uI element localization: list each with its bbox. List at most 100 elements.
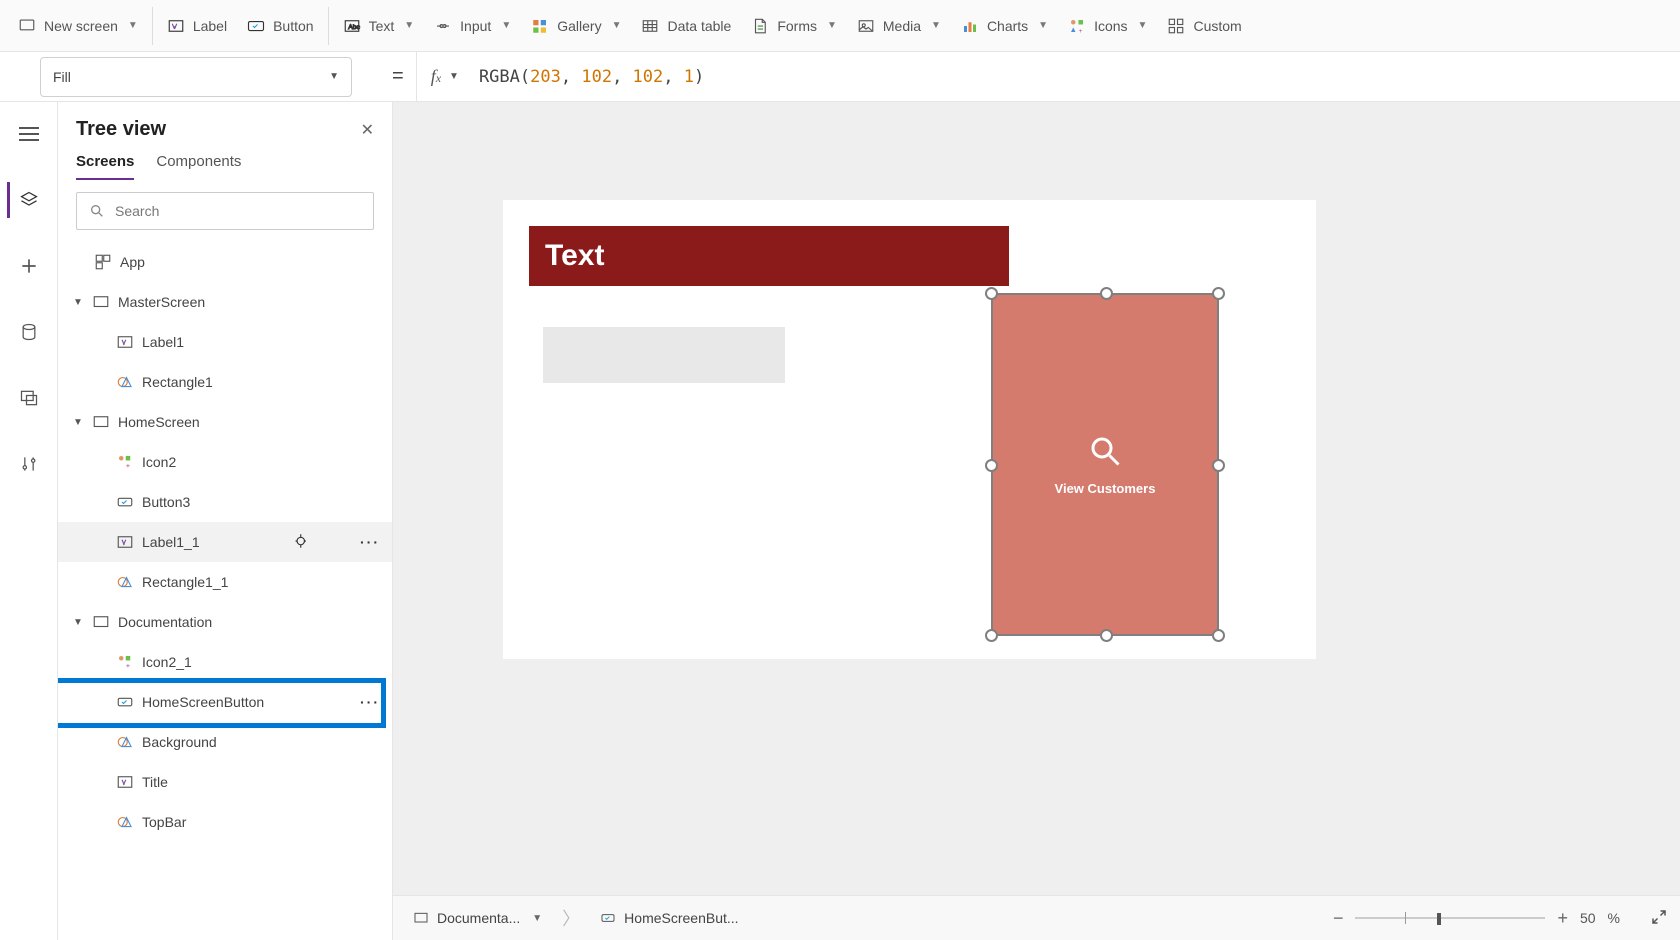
chevron-down-icon: ▼: [1138, 20, 1148, 31]
data-table-button[interactable]: Data table: [631, 11, 741, 41]
cursor-icon: [294, 532, 312, 550]
media-menu[interactable]: Media ▼: [847, 11, 951, 41]
chevron-down-icon: ▼: [1038, 20, 1048, 31]
formula-input[interactable]: RGBA(203, 102, 102, 1): [479, 67, 704, 87]
tab-screens[interactable]: Screens: [76, 153, 134, 180]
resize-handle[interactable]: [1100, 629, 1113, 642]
resize-handle[interactable]: [985, 287, 998, 300]
svg-text:Abc: Abc: [348, 24, 360, 31]
custom-menu[interactable]: Custom: [1157, 11, 1251, 41]
input-menu[interactable]: Input ▼: [424, 11, 521, 41]
tree-item-icon2-1[interactable]: + Icon2_1: [58, 642, 392, 682]
breadcrumb-separator: 〉: [562, 905, 580, 931]
canvas-viewport[interactable]: Text View Customers: [393, 102, 1680, 895]
breadcrumb-control[interactable]: HomeScreenBut...: [592, 908, 746, 928]
close-button[interactable]: ✕: [361, 120, 374, 140]
charts-menu[interactable]: Charts ▼: [951, 11, 1058, 41]
tree-item-app[interactable]: App: [58, 242, 392, 282]
button-icon: [116, 693, 134, 711]
canvas-area: Text View Customers Do: [393, 102, 1680, 940]
button-icon: [600, 910, 616, 926]
resize-handle[interactable]: [1100, 287, 1113, 300]
property-name: Fill: [53, 69, 71, 85]
new-screen-button[interactable]: New screen ▼: [8, 11, 148, 41]
chevron-down-icon[interactable]: ▼: [72, 617, 84, 628]
tree-item-icon2[interactable]: + Icon2: [58, 442, 392, 482]
icons-icon: +: [116, 453, 134, 471]
icons-icon: +: [1068, 17, 1086, 35]
search-input[interactable]: Search: [76, 192, 374, 230]
data-button[interactable]: [9, 314, 49, 350]
media-panel-button[interactable]: [9, 380, 49, 416]
status-bar: Documenta... ▼ 〉 HomeScreenBut... − + 50…: [393, 895, 1680, 940]
chevron-down-icon: ▼: [404, 20, 414, 31]
more-button[interactable]: ···: [360, 534, 380, 550]
search-icon: [89, 203, 105, 219]
label-icon: [116, 533, 134, 551]
button-caption: View Customers: [1055, 481, 1156, 496]
screen-icon: [92, 413, 110, 431]
table-icon: [641, 17, 659, 35]
text-icon: Abc: [343, 17, 361, 35]
tree-item-homescreen[interactable]: ▼ HomeScreen: [58, 402, 392, 442]
tree-item-documentation[interactable]: ▼ Documentation: [58, 602, 392, 642]
resize-handle[interactable]: [1212, 287, 1225, 300]
fit-to-window-button[interactable]: [1650, 908, 1668, 929]
resize-handle[interactable]: [985, 459, 998, 472]
more-button[interactable]: ···: [360, 694, 380, 710]
tree-item-label1-1[interactable]: Label1_1 ···: [58, 522, 392, 562]
zoom-out-button[interactable]: −: [1333, 908, 1344, 929]
insert-button[interactable]: [9, 248, 49, 284]
gallery-menu[interactable]: Gallery ▼: [521, 11, 631, 41]
shape-icon: [116, 733, 134, 751]
chevron-down-icon[interactable]: ▼: [72, 417, 84, 428]
breadcrumb-screen[interactable]: Documenta... ▼: [405, 908, 550, 928]
fx-section: fx ▼ RGBA(203, 102, 102, 1): [416, 52, 705, 102]
tree-item-label1[interactable]: Label1: [58, 322, 392, 362]
fx-icon[interactable]: fx: [431, 66, 441, 87]
chevron-down-icon[interactable]: ▼: [449, 71, 459, 82]
chevron-down-icon[interactable]: ▼: [72, 297, 84, 308]
property-selector[interactable]: Fill ▼: [40, 57, 352, 97]
tools-button[interactable]: [9, 446, 49, 482]
zoom-in-button[interactable]: +: [1557, 908, 1568, 929]
tree-item-button3[interactable]: Button3: [58, 482, 392, 522]
charts-icon: [961, 17, 979, 35]
zoom-controls: − + 50 %: [1333, 908, 1668, 929]
text-menu[interactable]: Abc Text ▼: [333, 11, 425, 41]
chevron-down-icon: ▼: [931, 20, 941, 31]
icons-menu[interactable]: + Icons ▼: [1058, 11, 1157, 41]
canvas-selected-button[interactable]: View Customers: [991, 293, 1219, 636]
tree-item-topbar[interactable]: TopBar: [58, 802, 392, 842]
resize-handle[interactable]: [985, 629, 998, 642]
hamburger-button[interactable]: [9, 116, 49, 152]
left-rail: [0, 102, 58, 940]
tab-components[interactable]: Components: [156, 153, 241, 180]
tree-view-button[interactable]: [7, 182, 47, 218]
button-icon: [247, 17, 265, 35]
tree-item-rectangle1[interactable]: Rectangle1: [58, 362, 392, 402]
new-screen-label: New screen: [44, 18, 118, 34]
plus-icon: [19, 256, 39, 276]
resize-handle[interactable]: [1212, 629, 1225, 642]
forms-menu[interactable]: Forms ▼: [741, 11, 847, 41]
artboard-documentation[interactable]: Text View Customers: [503, 200, 1316, 659]
label-button[interactable]: Label: [157, 11, 237, 41]
chevron-down-icon: ▼: [128, 20, 138, 31]
tree-item-title[interactable]: Title: [58, 762, 392, 802]
tree-item-background[interactable]: Background: [58, 722, 392, 762]
button-button[interactable]: Button: [237, 11, 323, 41]
database-icon: [19, 322, 39, 342]
canvas-background-rect[interactable]: [543, 327, 785, 383]
input-icon: [434, 17, 452, 35]
zoom-slider[interactable]: [1355, 917, 1545, 919]
tree-item-homescreenbutton[interactable]: HomeScreenButton ···: [58, 682, 392, 722]
screen-icon: [92, 293, 110, 311]
tree-item-masterscreen[interactable]: ▼ MasterScreen: [58, 282, 392, 322]
canvas-topbar[interactable]: Text: [529, 226, 1009, 286]
media-icon: [857, 17, 875, 35]
equals-sign: =: [392, 65, 404, 88]
tree-item-rectangle1-1[interactable]: Rectangle1_1: [58, 562, 392, 602]
resize-handle[interactable]: [1212, 459, 1225, 472]
chevron-down-icon[interactable]: ▼: [532, 913, 542, 924]
